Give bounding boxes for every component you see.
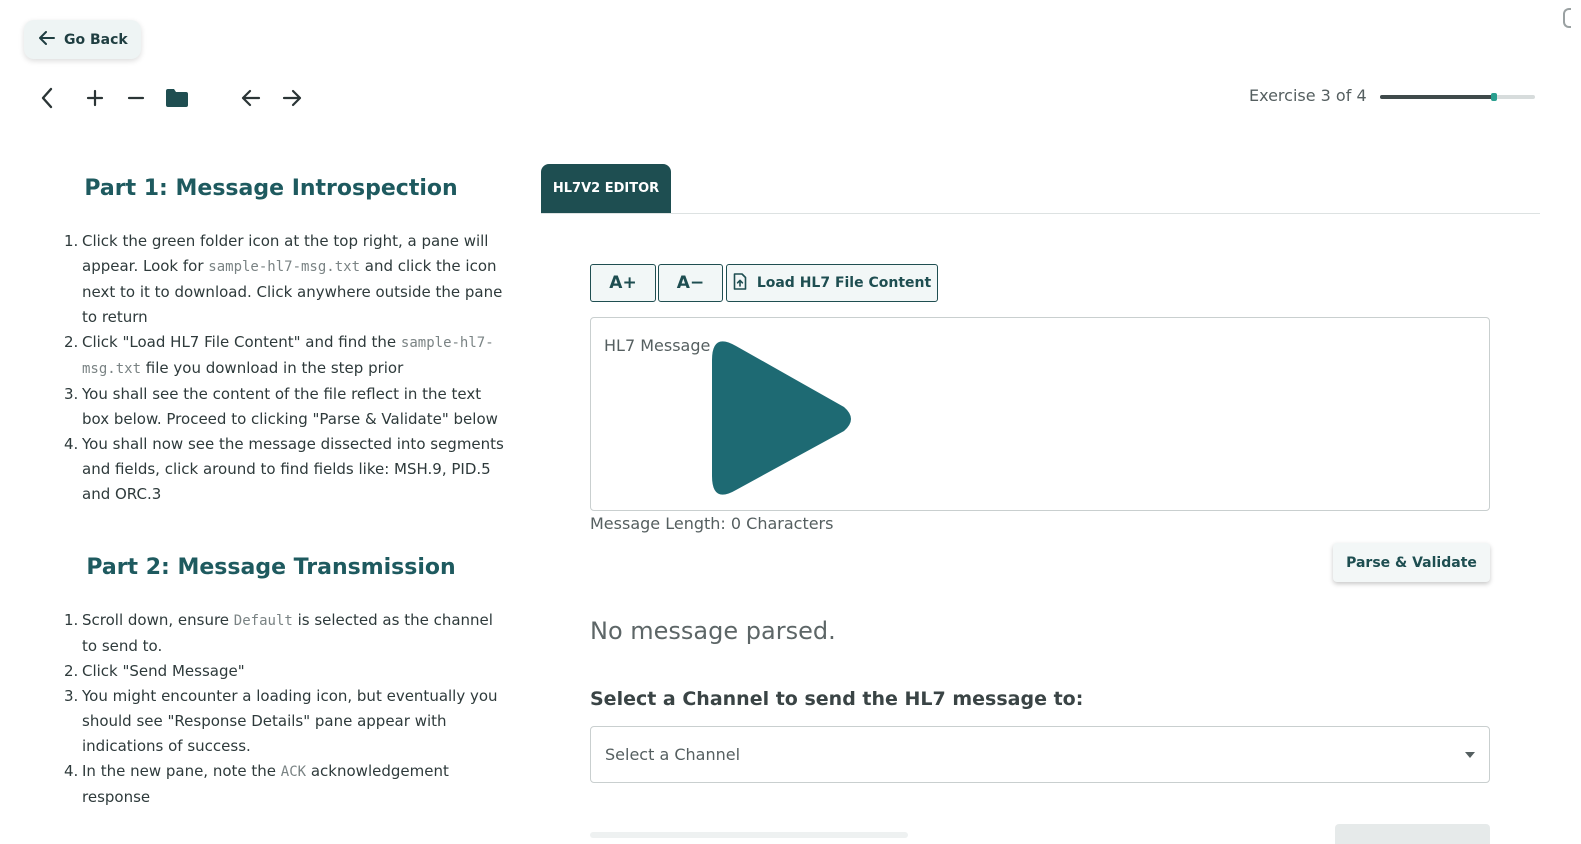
caret-down-icon <box>1465 752 1475 758</box>
exercise-progress-fill <box>1380 95 1497 99</box>
partial-button[interactable] <box>1335 824 1490 844</box>
progress-marker <box>1491 93 1497 101</box>
channel-select[interactable]: Select a Channel <box>590 726 1490 783</box>
list-item: Click "Load HL7 File Content" and find t… <box>64 330 494 377</box>
go-back-button[interactable]: Go Back <box>24 20 141 59</box>
list-item: Click the green folder icon at the top r… <box>64 229 503 326</box>
arrow-left-icon <box>39 30 55 49</box>
parse-validate-button[interactable]: Parse & Validate <box>1333 543 1490 582</box>
folder-icon[interactable] <box>163 84 191 112</box>
play-icon[interactable] <box>708 336 860 506</box>
channel-select-value: Select a Channel <box>605 745 741 764</box>
list-item: You might encounter a loading icon, but … <box>64 684 498 755</box>
arrow-left-icon[interactable] <box>237 84 265 112</box>
plus-icon[interactable] <box>81 84 109 112</box>
font-increase-button[interactable]: A+ <box>590 264 656 302</box>
inline-code: Default <box>233 613 293 629</box>
file-upload-icon <box>733 272 747 294</box>
inline-code: ACK <box>280 764 307 780</box>
part2-title: Part 2: Message Transmission <box>86 555 456 580</box>
tab-divider <box>541 213 1540 214</box>
exercise-progress-bar <box>1380 95 1535 99</box>
go-back-label: Go Back <box>64 31 128 48</box>
list-item: Click "Send Message" <box>64 659 245 684</box>
list-item: In the new pane, note the ACK acknowledg… <box>64 759 449 806</box>
part1-steps: Click the green folder icon at the top r… <box>64 229 512 507</box>
list-item: You shall see the content of the file re… <box>64 382 498 428</box>
message-length: Message Length: 0 Characters <box>590 514 834 533</box>
arrow-right-icon[interactable] <box>278 84 306 112</box>
load-file-label: Load HL7 File Content <box>756 275 932 291</box>
chevron-left-icon[interactable] <box>33 84 61 112</box>
partial-element <box>590 832 908 838</box>
minus-icon[interactable] <box>122 84 150 112</box>
load-file-button[interactable]: Load HL7 File Content <box>726 264 938 302</box>
inline-code: sample-hl7-msg.txt <box>208 259 360 275</box>
hl7-message-placeholder: HL7 Message <box>604 336 711 355</box>
list-item: Scroll down, ensure Default is selected … <box>64 608 493 655</box>
tab-hl7v2-editor[interactable]: HL7V2 EDITOR <box>541 164 671 213</box>
edge-handle <box>1563 8 1571 28</box>
font-decrease-button[interactable]: A− <box>658 264 723 302</box>
channel-heading: Select a Channel to send the HL7 message… <box>590 688 1084 710</box>
part2-steps: Scroll down, ensure Default is selected … <box>64 608 512 810</box>
exercise-counter: Exercise 3 of 4 <box>1249 86 1367 105</box>
part1-title: Part 1: Message Introspection <box>84 176 458 201</box>
no-message-status: No message parsed. <box>590 617 836 645</box>
list-item: You shall now see the message dissected … <box>64 432 504 503</box>
